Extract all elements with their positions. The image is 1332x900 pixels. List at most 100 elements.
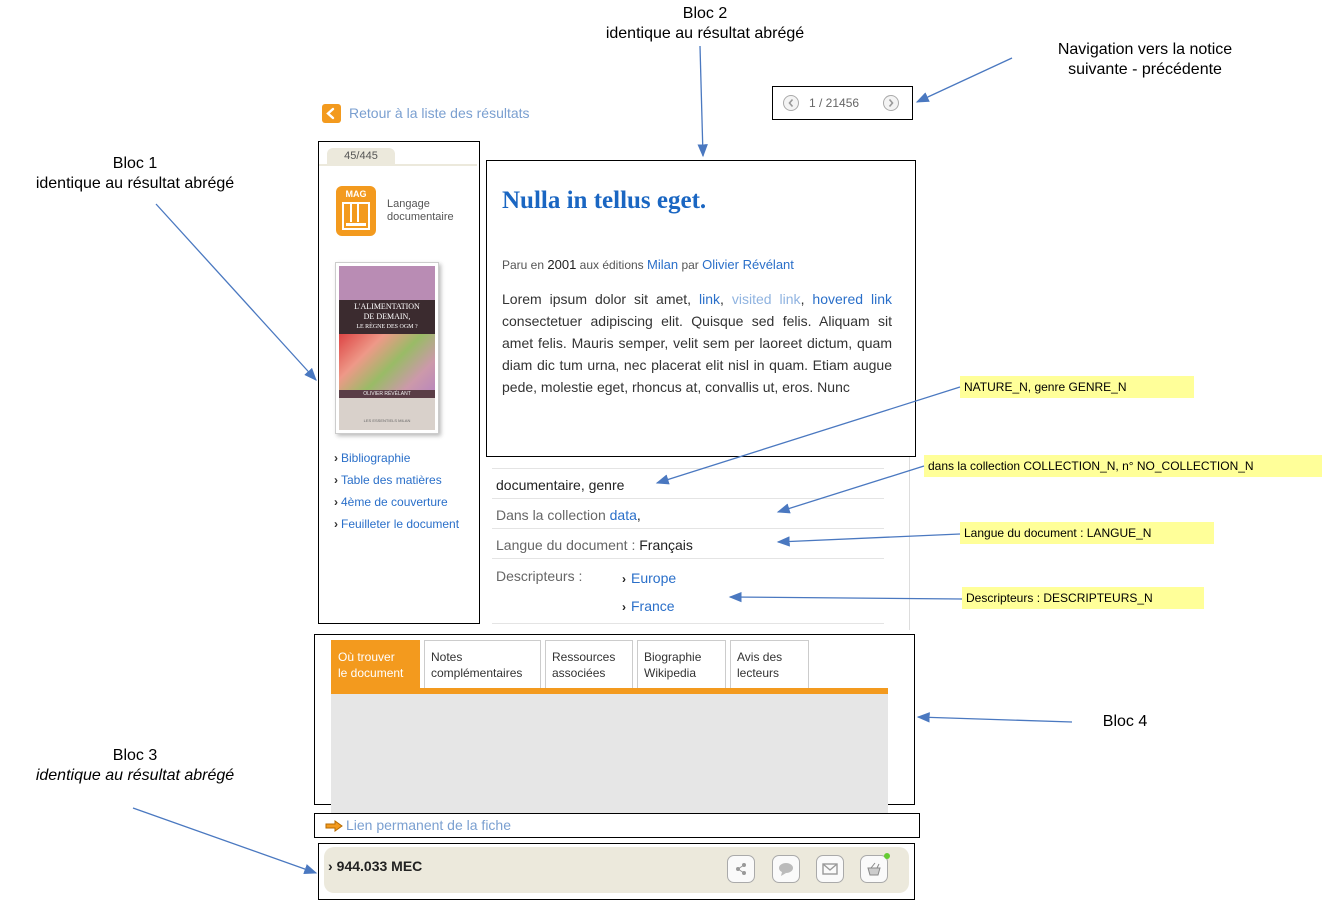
cover-title-line: LE RÈGNE DES OGM ? <box>356 324 418 330</box>
sidebar-link-4eme[interactable]: › 4ème de couverture <box>334 495 448 509</box>
publication-line: Paru en 2001 aux éditions Milan par Oliv… <box>502 257 794 272</box>
tab-label: Notes <box>431 650 463 664</box>
chevron-right-icon: › <box>334 451 338 465</box>
chevron-right-icon: › <box>334 495 338 509</box>
abstract-text: , <box>800 291 805 307</box>
cover-bottom: LES ESSENTIELS MILAN <box>339 398 435 430</box>
call-number: › 944.033 MEC <box>328 858 422 874</box>
divider <box>492 528 884 529</box>
sidebar-link-label: 4ème de couverture <box>341 495 448 509</box>
sidebar-link-bibliographie[interactable]: › Bibliographie <box>334 451 410 465</box>
chevron-right-icon: › <box>328 858 333 874</box>
record-abstract: Lorem ipsum dolor sit amet, link, visite… <box>502 288 892 398</box>
arrow-bloc1 <box>155 203 317 381</box>
sidebar-link-feuilleter[interactable]: › Feuilleter le document <box>334 517 459 531</box>
annotation-bloc4: Bloc 4 <box>1085 712 1165 732</box>
comment-icon[interactable] <box>772 855 800 883</box>
tab-label: Avis des <box>737 650 783 664</box>
previous-icon[interactable] <box>783 95 799 111</box>
annotation-subtitle: identique au résultat abrégé <box>35 767 235 784</box>
tab-avis[interactable]: Avis des lecteurs <box>730 640 809 688</box>
note-descripteurs: Descripteurs : DESCRIPTEURS_N <box>962 587 1204 609</box>
note-collection: dans la collection COLLECTION_N, n° NO_C… <box>924 455 1322 477</box>
tab-ou-trouver[interactable]: Où trouver le document <box>331 640 420 688</box>
tab-notes[interactable]: Notes complémentaires <box>424 640 541 688</box>
author-link[interactable]: Olivier Révélant <box>702 257 794 272</box>
divider <box>492 558 884 559</box>
tab-biographie[interactable]: Biographie Wikipedia <box>637 640 726 688</box>
pub-text: par <box>681 258 699 272</box>
annotation-subtitle: identique au résultat abrégé <box>605 25 805 42</box>
langue-field: Langue du document : Français <box>496 537 693 553</box>
tab-label: Biographie <box>644 650 702 664</box>
cover-title-line: L'ALIMENTATION <box>354 302 420 311</box>
cover-image[interactable]: L'ALIMENTATION DE DEMAIN, LE RÈGNE DES O… <box>335 262 439 434</box>
magazine-icon: MAG <box>336 186 376 236</box>
tab-label: Où trouver <box>338 650 395 664</box>
nature-field: documentaire, genre <box>496 477 625 493</box>
descripteurs-label: Descripteurs : <box>496 568 583 584</box>
tab-label: complémentaires <box>431 666 523 680</box>
permalink-link[interactable]: Lien permanent de la fiche <box>346 817 511 833</box>
basket-icon[interactable] <box>860 855 888 883</box>
chevron-right-icon: › <box>622 572 626 586</box>
mail-icon[interactable] <box>816 855 844 883</box>
annotation-bloc3: Bloc 3 identique au résultat abrégé <box>0 746 270 786</box>
arrow-bloc4 <box>916 712 1073 723</box>
arrow-bloc2 <box>697 45 708 158</box>
cover-series: LES ESSENTIELS MILAN <box>363 418 411 423</box>
sidebar-bloc1: 45/445 MAG Langage documentaire L'ALIMEN… <box>318 141 480 624</box>
tab-ressources[interactable]: Ressources associées <box>545 640 633 688</box>
pub-text: aux éditions <box>579 258 644 272</box>
abstract-text: consectetuer adipiscing elit. Quisque se… <box>502 313 892 395</box>
note-nature: NATURE_N, genre GENRE_N <box>960 376 1194 398</box>
back-arrow-icon <box>322 104 341 123</box>
annotation-title: Bloc 4 <box>1102 713 1148 730</box>
chevron-right-icon: › <box>334 473 338 487</box>
annotation-title: Bloc 1 <box>112 155 158 172</box>
descripteur-item[interactable]: › Europe <box>622 570 676 586</box>
divider <box>492 498 884 499</box>
collection-label: Dans la collection <box>496 507 606 523</box>
permalink-arrow-icon <box>325 819 343 837</box>
record-title: Nulla in tellus eget. <box>502 187 707 214</box>
annotation-title: Bloc 2 <box>682 5 728 22</box>
share-icon[interactable] <box>727 855 755 883</box>
langue-value: Français <box>639 537 693 553</box>
chevron-right-icon: › <box>334 517 338 531</box>
doc-type-label: Langage documentaire <box>387 198 454 224</box>
sidebar-link-label: Bibliographie <box>341 451 411 465</box>
abstract-text: Lorem ipsum dolor sit amet, <box>502 291 692 307</box>
tab-content-panel <box>331 694 888 830</box>
cover-title: L'ALIMENTATION DE DEMAIN, LE RÈGNE DES O… <box>339 300 435 334</box>
tab-label: Wikipedia <box>644 666 697 680</box>
visited-link[interactable]: visited link <box>732 291 801 307</box>
record-bloc2: Nulla in tellus eget. Paru en 2001 aux é… <box>486 160 916 457</box>
arrow-navigation <box>915 57 1013 103</box>
tab-label: lecteurs <box>737 666 780 680</box>
collection-suffix: , <box>636 507 641 523</box>
doc-type-badge: MAG <box>345 189 367 199</box>
annotation-bloc1: Bloc 1 identique au résultat abrégé <box>0 154 270 194</box>
back-link-label: Retour à la liste des résultats <box>349 105 530 121</box>
note-langue: Langue du document : LANGUE_N <box>960 522 1214 544</box>
annotation-subtitle: identique au résultat abrégé <box>35 175 235 192</box>
tab-label: Ressources <box>552 650 616 664</box>
annotation-title: Bloc 3 <box>112 747 158 764</box>
link[interactable]: link <box>699 291 720 307</box>
publisher-link[interactable]: Milan <box>647 257 678 272</box>
cover-top-band <box>339 266 435 300</box>
descripteur-item[interactable]: › France <box>622 598 675 614</box>
pager: 1 / 21456 <box>772 86 913 120</box>
pub-text: Paru en <box>502 258 545 272</box>
sidebar-link-table[interactable]: › Table des matières <box>334 473 442 487</box>
result-counter: 45/445 <box>327 148 395 165</box>
call-number-value: 944.033 MEC <box>336 858 423 874</box>
collection-link[interactable]: data <box>610 507 637 523</box>
divider <box>492 468 884 469</box>
pager-count: 1 / 21456 <box>809 96 860 110</box>
next-icon[interactable] <box>883 95 899 111</box>
tab-label: le document <box>338 666 404 680</box>
hovered-link[interactable]: hovered link <box>812 291 892 307</box>
langue-label: Langue du document : <box>496 537 636 553</box>
